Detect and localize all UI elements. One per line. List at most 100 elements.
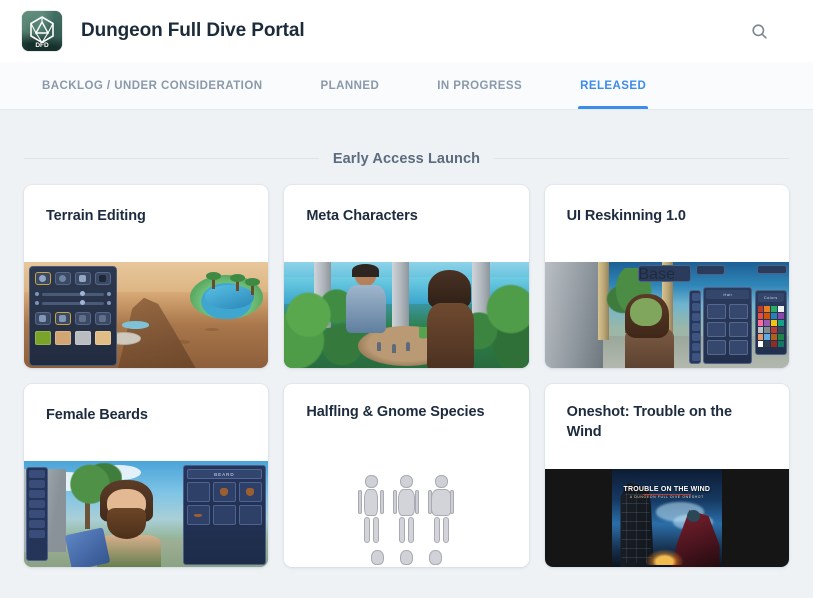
tab-planned[interactable]: PLANNED bbox=[320, 62, 379, 109]
char-body bbox=[426, 303, 475, 368]
ui-hair-option bbox=[707, 322, 727, 338]
logo-text: DFD bbox=[35, 42, 49, 49]
tab-label: RELEASED bbox=[580, 79, 647, 92]
terrain-swatch-row bbox=[34, 331, 111, 346]
swatch-sand bbox=[94, 331, 111, 346]
tab-released[interactable]: RELEASED bbox=[578, 62, 649, 109]
brush-hex-icon bbox=[74, 272, 91, 286]
thumb-palm bbox=[205, 271, 221, 289]
search-button[interactable] bbox=[745, 17, 773, 45]
ui-color-swatch bbox=[757, 333, 764, 340]
swatch-grass bbox=[34, 331, 51, 346]
beard-option bbox=[212, 482, 236, 503]
ui-hair-option bbox=[729, 322, 749, 338]
ui-color-swatch bbox=[764, 305, 771, 312]
card-thumbnail: Base Hair Colors bbox=[544, 262, 789, 368]
tab-label: BACKLOG / UNDER CONSIDERATION bbox=[42, 79, 263, 92]
main-content: Early Access Launch Terrain Editing Meta… bbox=[0, 110, 813, 567]
app-header: DFD Dungeon Full Dive Portal bbox=[0, 0, 813, 62]
ui-color-swatch bbox=[764, 312, 771, 319]
ui-hair-grid bbox=[704, 301, 751, 358]
card-female-beards[interactable]: Female Beards BEARD bbox=[24, 384, 269, 567]
card-meta-characters[interactable]: Meta Characters bbox=[284, 185, 529, 368]
concept-figure bbox=[358, 475, 385, 543]
poster-figure-head bbox=[686, 510, 700, 522]
section-title: Early Access Launch bbox=[332, 150, 481, 167]
ui-hair-option bbox=[707, 340, 727, 356]
card-terrain-editing[interactable]: Terrain Editing bbox=[24, 185, 269, 368]
figure-legs bbox=[428, 517, 454, 543]
brush-circle-icon bbox=[34, 272, 51, 286]
terrain-tool-panel bbox=[28, 266, 117, 366]
char-hair bbox=[352, 263, 379, 277]
section-header: Early Access Launch bbox=[24, 110, 789, 172]
rail-icon bbox=[29, 530, 46, 539]
figure-arms bbox=[393, 490, 420, 514]
ui-category-rail bbox=[688, 289, 701, 364]
ui-hair-label: Hair bbox=[706, 290, 750, 300]
thumb-ripple bbox=[170, 340, 191, 344]
ui-color-swatch bbox=[777, 319, 784, 326]
section-rule-left bbox=[24, 158, 319, 159]
thumb-miniature bbox=[391, 344, 396, 354]
section-rule-right bbox=[494, 158, 789, 159]
char-body bbox=[346, 284, 387, 334]
tab-label: IN PROGRESS bbox=[437, 79, 523, 92]
ui-color-panel: Colors bbox=[754, 289, 787, 356]
ui-color-swatch bbox=[771, 340, 777, 347]
ui-hair-option bbox=[729, 340, 749, 356]
ui-hair-option bbox=[729, 304, 749, 320]
ui-color-swatch bbox=[777, 305, 784, 312]
concept-figure bbox=[428, 475, 455, 543]
ui-color-swatch bbox=[771, 326, 777, 333]
card-oneshot-trouble-on-the-wind[interactable]: Oneshot: Trouble on the Wind TROUBLE ON … bbox=[544, 384, 789, 567]
rail-icon bbox=[29, 470, 46, 479]
tab-backlog[interactable]: BACKLOG / UNDER CONSIDERATION bbox=[42, 62, 262, 109]
figure-arms bbox=[428, 490, 455, 514]
thumb-palm bbox=[244, 278, 260, 296]
thumb-miniature bbox=[377, 342, 382, 352]
concept-head-studies bbox=[284, 550, 528, 565]
ui-base-label: Base bbox=[638, 266, 675, 284]
tab-in-progress[interactable]: IN PROGRESS bbox=[437, 62, 522, 109]
head-study bbox=[399, 550, 413, 565]
terrain-slider-strength bbox=[34, 300, 111, 306]
card-thumbnail bbox=[24, 262, 269, 368]
mode-flatten-icon bbox=[94, 312, 111, 326]
poster-title: TROUBLE ON THE WIND bbox=[623, 485, 711, 493]
brush-noise-icon bbox=[94, 272, 111, 286]
thumb-puddle bbox=[121, 321, 149, 329]
figure-head bbox=[364, 475, 378, 488]
brush-dots-icon bbox=[54, 272, 71, 286]
tab-bar: BACKLOG / UNDER CONSIDERATION PLANNED IN… bbox=[0, 62, 813, 110]
swatch-stone bbox=[74, 331, 91, 346]
head-study bbox=[428, 550, 442, 565]
beard-category-rail bbox=[26, 467, 49, 561]
d20-die-icon: DFD bbox=[30, 16, 54, 49]
card-title: Meta Characters bbox=[306, 208, 418, 224]
rail-icon bbox=[29, 510, 46, 519]
poster-lantern-glow bbox=[644, 549, 685, 566]
thumb-column bbox=[391, 262, 409, 328]
ui-hair-option bbox=[707, 304, 727, 320]
head-study bbox=[370, 550, 384, 565]
card-ui-reskinning[interactable]: UI Reskinning 1.0 Base Hair Colors bbox=[544, 185, 789, 368]
figure-head bbox=[399, 475, 413, 488]
app-logo[interactable]: DFD bbox=[22, 11, 62, 51]
card-thumbnail: BEARD bbox=[24, 461, 269, 567]
ui-color-swatch bbox=[771, 333, 777, 340]
concept-figure bbox=[393, 475, 420, 543]
figure-legs bbox=[393, 517, 419, 543]
card-halfling-gnome[interactable]: Halfling & Gnome Species bbox=[284, 384, 529, 567]
ui-color-swatch bbox=[771, 305, 777, 312]
card-title: Terrain Editing bbox=[46, 208, 146, 224]
ui-color-swatch bbox=[757, 319, 764, 326]
mode-smooth-icon bbox=[74, 312, 91, 326]
ui-color-swatch bbox=[757, 305, 764, 312]
card-title: Female Beards bbox=[46, 407, 148, 423]
card-thumbnail bbox=[284, 469, 529, 567]
card-thumbnail bbox=[284, 262, 529, 368]
terrain-mode-row bbox=[34, 312, 111, 326]
search-icon bbox=[751, 23, 767, 39]
thumb-palm bbox=[230, 273, 246, 291]
